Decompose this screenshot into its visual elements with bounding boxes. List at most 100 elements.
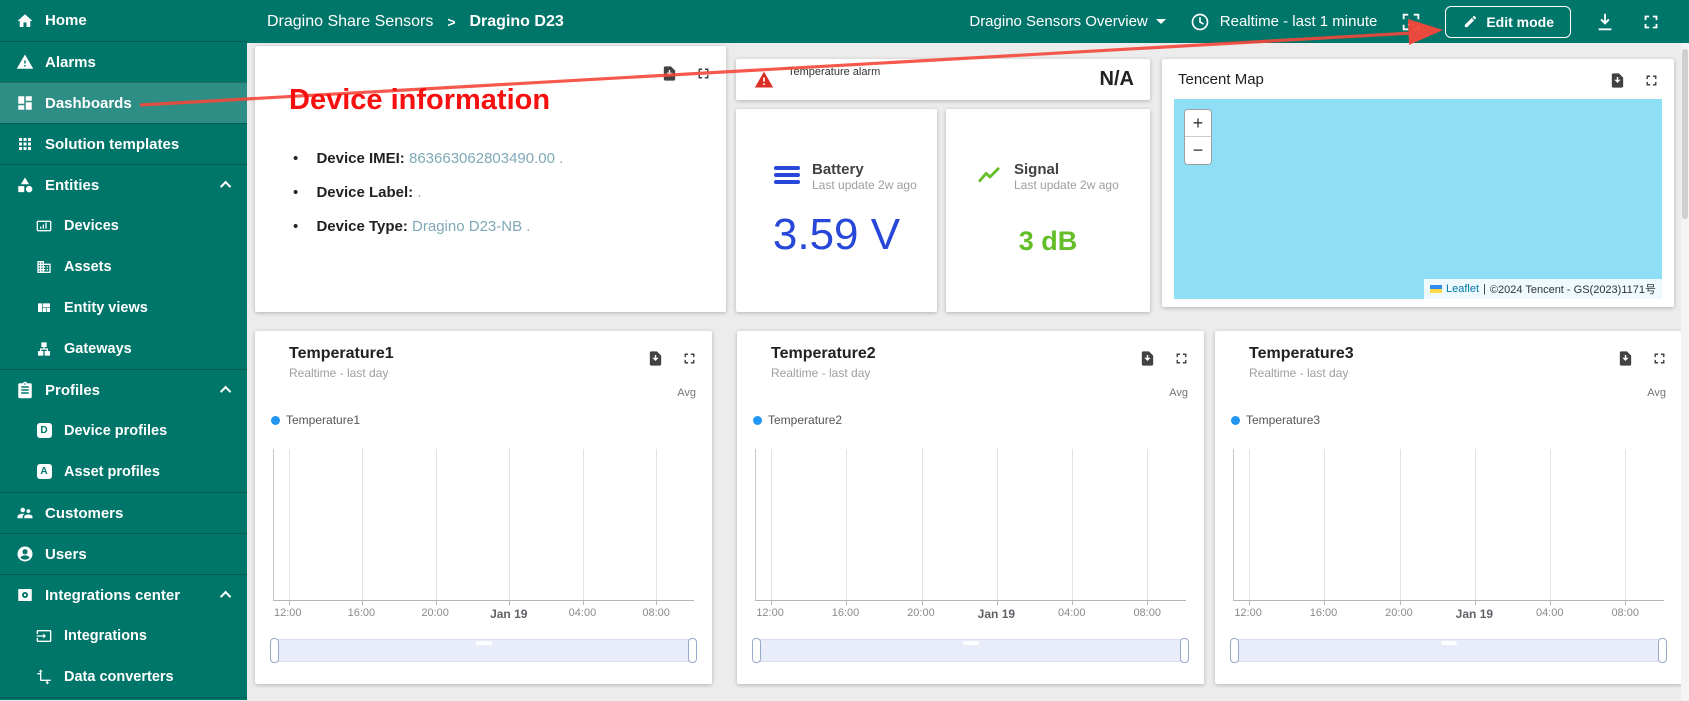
zoom-out-button[interactable]: − <box>1185 137 1211 164</box>
export-data-icon[interactable] <box>1138 349 1156 367</box>
export-data-icon[interactable] <box>646 349 664 367</box>
people-icon <box>15 503 35 523</box>
device-label-row: Device Label: . <box>293 184 726 201</box>
chart-subtitle: Realtime - last day <box>1249 366 1349 380</box>
sidebar-item-alarms[interactable]: Alarms <box>0 41 247 82</box>
sidebar-item-device-profiles[interactable]: D Device profiles <box>0 410 247 451</box>
leaflet-link[interactable]: Leaflet <box>1446 283 1479 295</box>
devices-icon <box>34 216 54 236</box>
tencent-map-widget: Tencent Map + − Leaflet | ©2024 Tencent … <box>1162 59 1674 307</box>
range-grip[interactable] <box>1440 641 1457 645</box>
time-range-scrollbar[interactable] <box>270 638 697 663</box>
user-circle-icon <box>15 544 35 564</box>
battery-widget: Battery Last update 2w ago 3.59 V <box>736 109 937 312</box>
legend-item[interactable]: Temperature2 <box>753 413 842 427</box>
range-handle-left[interactable] <box>752 638 761 663</box>
avg-column-label: Avg <box>1647 387 1666 399</box>
expand-widget-icon[interactable] <box>1172 349 1190 367</box>
download-icon[interactable] <box>1593 10 1617 34</box>
sidebar-item-users[interactable]: Users <box>0 533 247 574</box>
export-data-icon[interactable] <box>1608 71 1626 89</box>
edit-mode-label: Edit mode <box>1486 13 1554 30</box>
device-profile-icon: D <box>34 421 54 441</box>
timewindow-label: Realtime - last 1 minute <box>1219 13 1378 30</box>
fullscreen-icon[interactable] <box>1639 10 1663 34</box>
range-grip[interactable] <box>962 641 979 645</box>
breadcrumb: Dragino Share Sensors > Dragino D23 <box>247 13 564 31</box>
network-icon <box>34 339 54 359</box>
sidebar-item-label: Dashboards <box>45 94 132 112</box>
chart-plot-area <box>755 449 1186 605</box>
map-zoom-control: + − <box>1184 109 1212 165</box>
chevron-down-icon <box>1155 19 1166 24</box>
export-data-icon[interactable] <box>1616 349 1634 367</box>
sidebar-item-integrations-center[interactable]: Integrations center <box>0 574 247 615</box>
dashboard-state-selector[interactable]: Dragino Sensors Overview <box>969 13 1166 30</box>
sidebar-item-label: Devices <box>64 217 119 234</box>
sidebar-item-home[interactable]: Home <box>0 0 247 41</box>
sidebar-item-integrations[interactable]: Integrations <box>0 615 247 656</box>
avg-column-label: Avg <box>1169 387 1188 399</box>
sidebar-item-label: Entity views <box>64 299 148 316</box>
sidebar-item-data-converters[interactable]: Data converters <box>0 656 247 697</box>
breadcrumb-separator: > <box>447 13 456 30</box>
export-data-icon[interactable] <box>660 64 678 82</box>
sidebar-item-label: Data converters <box>64 668 174 685</box>
device-type-value: Dragino D23-NB <box>412 218 523 235</box>
time-range-scrollbar[interactable] <box>1230 638 1667 663</box>
fit-screen-icon[interactable] <box>1399 10 1423 34</box>
range-grip[interactable] <box>475 641 492 645</box>
warning-icon <box>15 52 35 72</box>
sidebar-item-label: Integrations center <box>45 586 181 604</box>
sidebar-item-assets[interactable]: Assets <box>0 246 247 287</box>
legend-label: Temperature3 <box>1246 413 1321 427</box>
pencil-icon <box>1462 14 1478 30</box>
sidebar-item-gateways[interactable]: Gateways <box>0 328 247 369</box>
expand-widget-icon[interactable] <box>694 64 712 82</box>
sidebar-item-entities[interactable]: Entities <box>0 164 247 205</box>
sidebar-item-label: Asset profiles <box>64 463 160 480</box>
range-handle-left[interactable] <box>1230 638 1239 663</box>
map-title: Tencent Map <box>1178 71 1264 88</box>
expand-widget-icon[interactable] <box>1650 349 1668 367</box>
range-handle-right[interactable] <box>1180 638 1189 663</box>
expand-widget-icon[interactable] <box>1642 71 1660 89</box>
series-dot-icon <box>1231 415 1240 425</box>
range-handle-right[interactable] <box>1658 638 1667 663</box>
sidebar-item-entity-views[interactable]: Entity views <box>0 287 247 328</box>
expand-widget-icon[interactable] <box>680 349 698 367</box>
building-icon <box>34 257 54 277</box>
sidebar-item-profiles[interactable]: Profiles <box>0 369 247 410</box>
map-canvas[interactable]: + − Leaflet | ©2024 Tencent - GS(2023)11… <box>1174 99 1662 299</box>
x-axis-labels: 12:00 16:00 20:00 Jan 19 04:00 08:00 <box>756 607 1161 621</box>
legend-item[interactable]: Temperature3 <box>1231 413 1320 427</box>
chart-plot-area <box>273 449 694 605</box>
clock-icon <box>1188 10 1212 34</box>
temperature3-chart-widget: Temperature3 Realtime - last day Avg Tem… <box>1215 331 1682 684</box>
dashboards-icon <box>15 93 35 113</box>
zoom-in-button[interactable]: + <box>1185 110 1211 137</box>
breadcrumb-parent[interactable]: Dragino Share Sensors <box>267 13 433 31</box>
sidebar-item-solution-templates[interactable]: Solution templates <box>0 123 247 164</box>
edit-mode-button[interactable]: Edit mode <box>1445 5 1571 38</box>
time-range-scrollbar[interactable] <box>752 638 1189 663</box>
apps-grid-icon <box>15 134 35 154</box>
sidebar-item-asset-profiles[interactable]: A Asset profiles <box>0 451 247 492</box>
range-handle-left[interactable] <box>270 638 279 663</box>
sidebar-item-devices[interactable]: Devices <box>0 205 247 246</box>
temperature1-chart-widget: Temperature1 Realtime - last day Avg Tem… <box>255 331 712 684</box>
topbar: Dragino Share Sensors > Dragino D23 Drag… <box>247 0 1689 43</box>
page-scrollbar-thumb[interactable] <box>1682 49 1688 219</box>
sidebar-item-dashboards[interactable]: Dashboards <box>0 82 247 123</box>
alarm-value: N/A <box>1099 68 1134 90</box>
legend-item[interactable]: Temperature1 <box>271 413 360 427</box>
page-scrollbar[interactable] <box>1681 43 1689 700</box>
series-dot-icon <box>753 415 762 425</box>
sidebar-item-customers[interactable]: Customers <box>0 492 247 533</box>
signal-widget: Signal Last update 2w ago 3 dB <box>946 109 1150 312</box>
range-handle-right[interactable] <box>688 638 697 663</box>
ukraine-flag-icon <box>1430 285 1443 293</box>
timewindow-button[interactable]: Realtime - last 1 minute <box>1188 10 1378 34</box>
home-icon <box>15 11 35 31</box>
x-axis-labels: 12:00 16:00 20:00 Jan 19 04:00 08:00 <box>1234 607 1639 621</box>
